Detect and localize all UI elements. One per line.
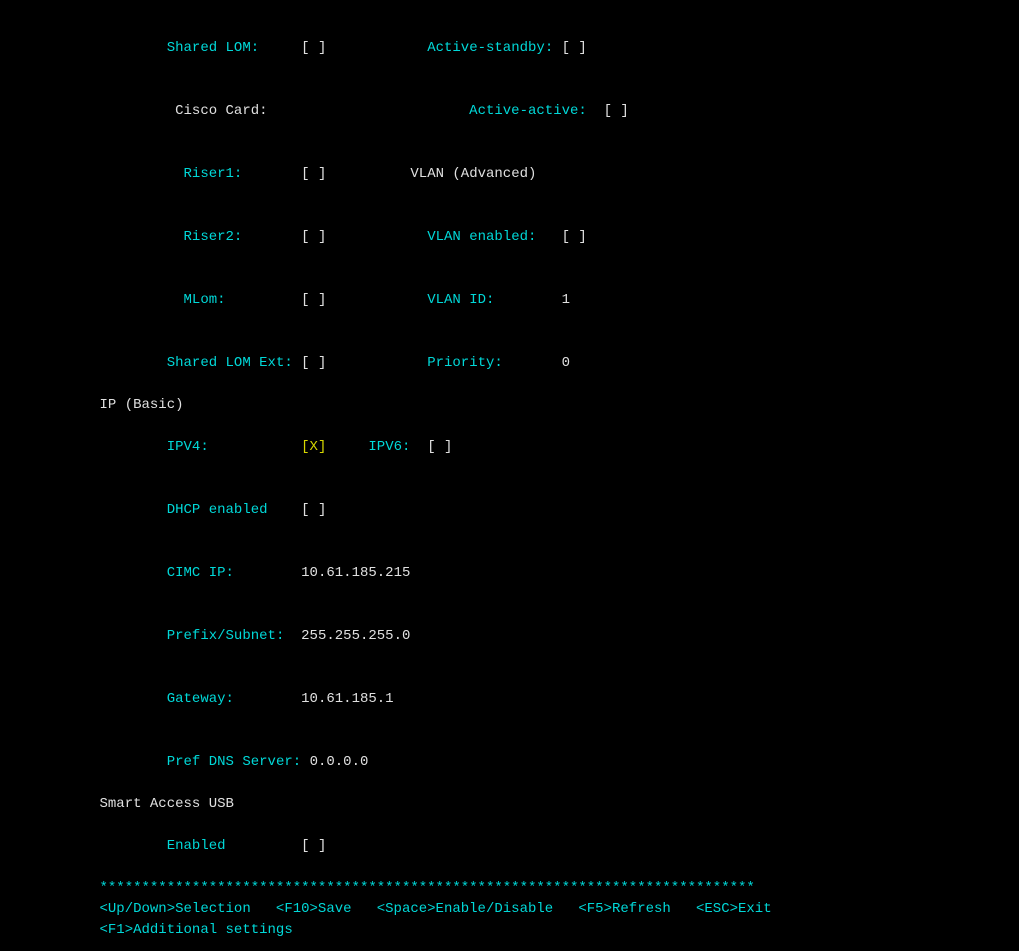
riser2-value: [ ] [301, 229, 326, 245]
mlom-label: MLom: [150, 292, 301, 308]
pref-dns-label: Pref DNS Server: [150, 754, 301, 770]
gateway-value: 10.61.185.1 [301, 691, 393, 707]
shared-lom-value: [ ] [301, 40, 326, 56]
riser1-value: [ ] [301, 166, 326, 182]
dhcp-row: DHCP enabled [ ] [100, 479, 920, 542]
spacer3 [326, 166, 410, 182]
riser1-label: Riser1: [150, 166, 301, 182]
cisco-card-label: Cisco Card: [150, 103, 452, 119]
pref-dns-val: 0.0.0.0 [310, 754, 369, 770]
prefix-value: 255.255.255.0 [301, 628, 410, 644]
spacer7 [326, 439, 368, 455]
mlom-vlan-id-row: MLom: [ ] VLAN ID: 1 [100, 269, 920, 332]
dedicated-none-row: Dedicated: [X] None: [X] [100, 0, 920, 17]
enabled-label: Enabled [150, 838, 301, 854]
priority-label: Priority: [410, 355, 561, 371]
pref-dns-row: Pref DNS Server: 0.0.0.0 [100, 731, 920, 794]
dhcp-value: [ ] [301, 502, 326, 518]
cimc-ip-value: 10.61.185.215 [301, 565, 410, 581]
separator-bottom: ****************************************… [100, 878, 920, 899]
ipv4-value: [X] [301, 439, 326, 455]
priority-value: 0 [562, 355, 570, 371]
spacer2 [326, 40, 410, 56]
vlan-id-label: VLAN ID: [410, 292, 561, 308]
enabled-value: [ ] [301, 838, 326, 854]
shared-lom-ext-value: [ ] [301, 355, 326, 371]
active-active-value: [ ] [604, 103, 629, 119]
ip-basic-heading: IP (Basic) [100, 395, 920, 416]
spacer4 [326, 229, 410, 245]
active-standby-value: [ ] [562, 40, 587, 56]
ipv6-value: [ ] [427, 439, 452, 455]
enabled-row: Enabled [ ] [100, 815, 920, 878]
smart-access-usb-heading: Smart Access USB [100, 794, 920, 815]
cimc-ip-row: CIMC IP: 10.61.185.215 [100, 542, 920, 605]
cimc-ip-label: CIMC IP: [150, 565, 301, 581]
spacer5 [326, 292, 410, 308]
shortcuts-line1: <Up/Down>Selection <F10>Save <Space>Enab… [100, 899, 920, 920]
shared-lom-label: Shared LOM: [150, 40, 301, 56]
screen: Cisco IMC Configuration Utility Version … [0, 0, 1019, 768]
active-standby-label: Active-standby: [410, 40, 561, 56]
riser2-vlan-enabled-row: Riser2: [ ] VLAN enabled: [ ] [100, 206, 920, 269]
vlan-enabled-value: [ ] [562, 229, 587, 245]
riser1-vlan-row: Riser1: [ ] VLAN (Advanced) [100, 143, 920, 206]
mlom-value: [ ] [301, 292, 326, 308]
shortcuts-line2: <F1>Additional settings [100, 920, 920, 941]
vlan-advanced-label: VLAN (Advanced) [410, 166, 536, 182]
ipv4-label: IPV4: [150, 439, 301, 455]
riser2-label: Riser2: [150, 229, 301, 245]
pref-dns-value [301, 754, 309, 770]
cisco-card-active-active-row: Cisco Card: Active-active: [ ] [100, 80, 920, 143]
terminal: Cisco IMC Configuration Utility Version … [100, 0, 920, 951]
gateway-label: Gateway: [150, 691, 301, 707]
active-active-label: Active-active: [452, 103, 603, 119]
dhcp-label: DHCP enabled [150, 502, 301, 518]
ipv4-ipv6-row: IPV4: [X] IPV6: [ ] [100, 416, 920, 479]
shared-lom-ext-priority-row: Shared LOM Ext: [ ] Priority: 0 [100, 332, 920, 395]
vlan-id-value: 1 [562, 292, 570, 308]
spacer6 [326, 355, 410, 371]
prefix-label: Prefix/Subnet: [150, 628, 301, 644]
gateway-row: Gateway: 10.61.185.1 [100, 668, 920, 731]
shared-lom-ext-label: Shared LOM Ext: [150, 355, 301, 371]
vlan-enabled-label: VLAN enabled: [410, 229, 561, 245]
ipv6-label: IPV6: [368, 439, 427, 455]
prefix-row: Prefix/Subnet: 255.255.255.0 [100, 605, 920, 668]
shared-lom-active-standby-row: Shared LOM: [ ] Active-standby: [ ] [100, 17, 920, 80]
